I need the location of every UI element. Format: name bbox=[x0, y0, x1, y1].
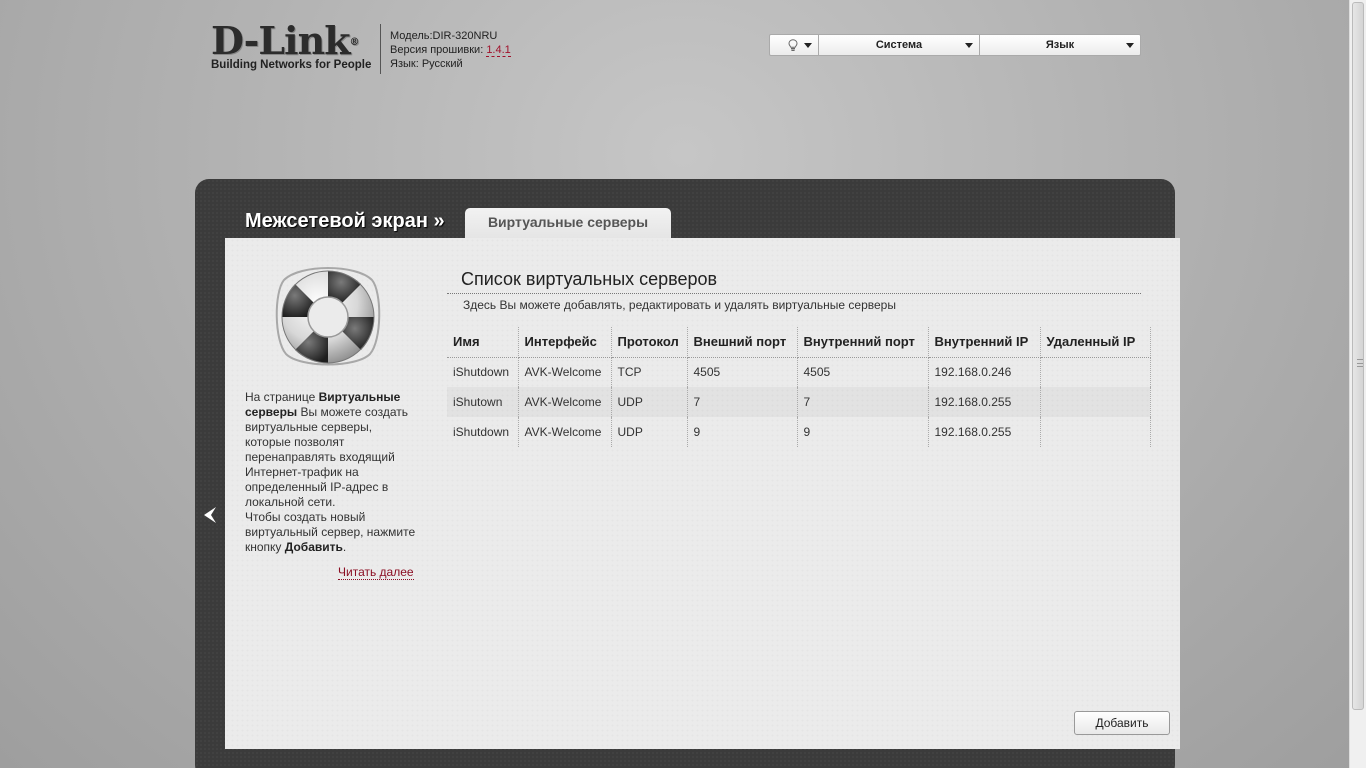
model-label: Модель: bbox=[390, 30, 433, 42]
firmware-line: Версия прошивки: 1.4.1 bbox=[390, 43, 511, 57]
cell-interface: AVK-Welcome bbox=[518, 417, 612, 447]
language-menu-label: Язык bbox=[1045, 39, 1075, 51]
cell-protocol: TCP bbox=[611, 357, 688, 387]
cell-internal-port: 7 bbox=[797, 387, 929, 417]
cell-protocol: UDP bbox=[611, 417, 688, 447]
column-header-internal-ip[interactable]: Внутренний IP bbox=[928, 327, 1041, 358]
table-row[interactable]: iShutown AVK-Welcome UDP 7 7 192.168.0.2… bbox=[447, 387, 1151, 417]
column-header-internal-port[interactable]: Внутренний порт bbox=[797, 327, 929, 358]
language-info-value: Русский bbox=[421, 58, 463, 70]
cell-name: iShutown bbox=[447, 387, 519, 417]
cell-external-port: 9 bbox=[687, 417, 798, 447]
cell-remote-ip bbox=[1040, 417, 1151, 447]
title-divider bbox=[447, 293, 1141, 294]
help-bold-2: Добавить bbox=[284, 540, 343, 554]
notifications-menu[interactable] bbox=[770, 35, 819, 55]
model-value: DIR-320NRU bbox=[432, 30, 498, 42]
logo-tagline: Building Networks for People bbox=[211, 59, 372, 71]
page-description: Здесь Вы можете добавлять, редактировать… bbox=[463, 298, 896, 312]
scrollbar-grip-icon bbox=[1357, 359, 1363, 367]
cell-internal-port: 9 bbox=[797, 417, 929, 447]
cell-remote-ip bbox=[1040, 357, 1151, 387]
lightbulb-icon bbox=[788, 39, 798, 51]
cell-interface: AVK-Welcome bbox=[518, 387, 612, 417]
table-row[interactable]: iShutdown AVK-Welcome UDP 9 9 192.168.0.… bbox=[447, 417, 1151, 447]
device-info: Модель:DIR-320NRU Версия прошивки: 1.4.1… bbox=[390, 29, 511, 71]
help-text-4: . bbox=[342, 540, 347, 554]
breadcrumb-firewall[interactable]: Межсетевой экран » bbox=[245, 210, 445, 233]
read-more-link[interactable]: Читать далее bbox=[338, 565, 414, 580]
cell-protocol: UDP bbox=[611, 387, 688, 417]
cell-internal-ip: 192.168.0.255 bbox=[928, 387, 1041, 417]
language-info-label: Язык: bbox=[390, 58, 419, 70]
system-menu[interactable]: Система bbox=[819, 35, 980, 55]
table-row[interactable]: iShutdown AVK-Welcome TCP 4505 4505 192.… bbox=[447, 357, 1151, 387]
cell-interface: AVK-Welcome bbox=[518, 357, 612, 387]
dlink-logo: D-Link® Building Networks for People bbox=[211, 22, 372, 72]
page-title: Список виртуальных серверов bbox=[461, 269, 718, 289]
virtual-servers-table: Имя Интерфейс Протокол Внешний порт Внут… bbox=[447, 327, 1151, 447]
header-divider bbox=[380, 24, 381, 74]
chevron-down-icon bbox=[804, 43, 812, 48]
cell-external-port: 4505 bbox=[687, 357, 798, 387]
column-header-name[interactable]: Имя bbox=[447, 327, 519, 358]
cell-external-port: 7 bbox=[687, 387, 798, 417]
firmware-label: Версия прошивки: bbox=[390, 44, 484, 56]
language-menu[interactable]: Язык bbox=[980, 35, 1140, 55]
help-description: На странице Виртуальные серверы Вы может… bbox=[245, 390, 420, 555]
top-menu: Система Язык bbox=[769, 34, 1141, 56]
language-line: Язык: Русский bbox=[390, 57, 511, 71]
registered-mark: ® bbox=[349, 37, 360, 48]
add-button[interactable]: Добавить bbox=[1074, 711, 1170, 735]
column-header-external-port[interactable]: Внешний порт bbox=[687, 327, 798, 358]
chevron-down-icon bbox=[1126, 43, 1134, 48]
logo-brand: D-Link bbox=[211, 18, 351, 63]
cell-remote-ip bbox=[1040, 387, 1151, 417]
cell-internal-ip: 192.168.0.246 bbox=[928, 357, 1041, 387]
cell-name: iShutdown bbox=[447, 357, 519, 387]
column-header-remote-ip[interactable]: Удаленный IP bbox=[1040, 327, 1151, 358]
chevron-down-icon bbox=[965, 43, 973, 48]
help-text-1: На странице bbox=[245, 390, 319, 404]
scrollbar-thumb[interactable] bbox=[1352, 2, 1364, 710]
cell-internal-port: 4505 bbox=[797, 357, 929, 387]
column-header-interface[interactable]: Интерфейс bbox=[518, 327, 612, 358]
tab-virtual-servers[interactable]: Виртуальные серверы bbox=[465, 208, 671, 240]
help-text-2: Вы можете создать виртуальные серверы, к… bbox=[245, 405, 408, 509]
cell-internal-ip: 192.168.0.255 bbox=[928, 417, 1041, 447]
cell-name: iShutdown bbox=[447, 417, 519, 447]
back-arrow-icon[interactable] bbox=[202, 506, 218, 524]
page-scrollbar[interactable] bbox=[1349, 0, 1366, 768]
firmware-version-link[interactable]: 1.4.1 bbox=[486, 44, 511, 57]
system-menu-label: Система bbox=[875, 39, 923, 51]
lifebuoy-icon bbox=[275, 267, 381, 366]
column-header-protocol[interactable]: Протокол bbox=[611, 327, 688, 358]
table-header-row: Имя Интерфейс Протокол Внешний порт Внут… bbox=[447, 327, 1151, 358]
model-line: Модель:DIR-320NRU bbox=[390, 29, 511, 43]
